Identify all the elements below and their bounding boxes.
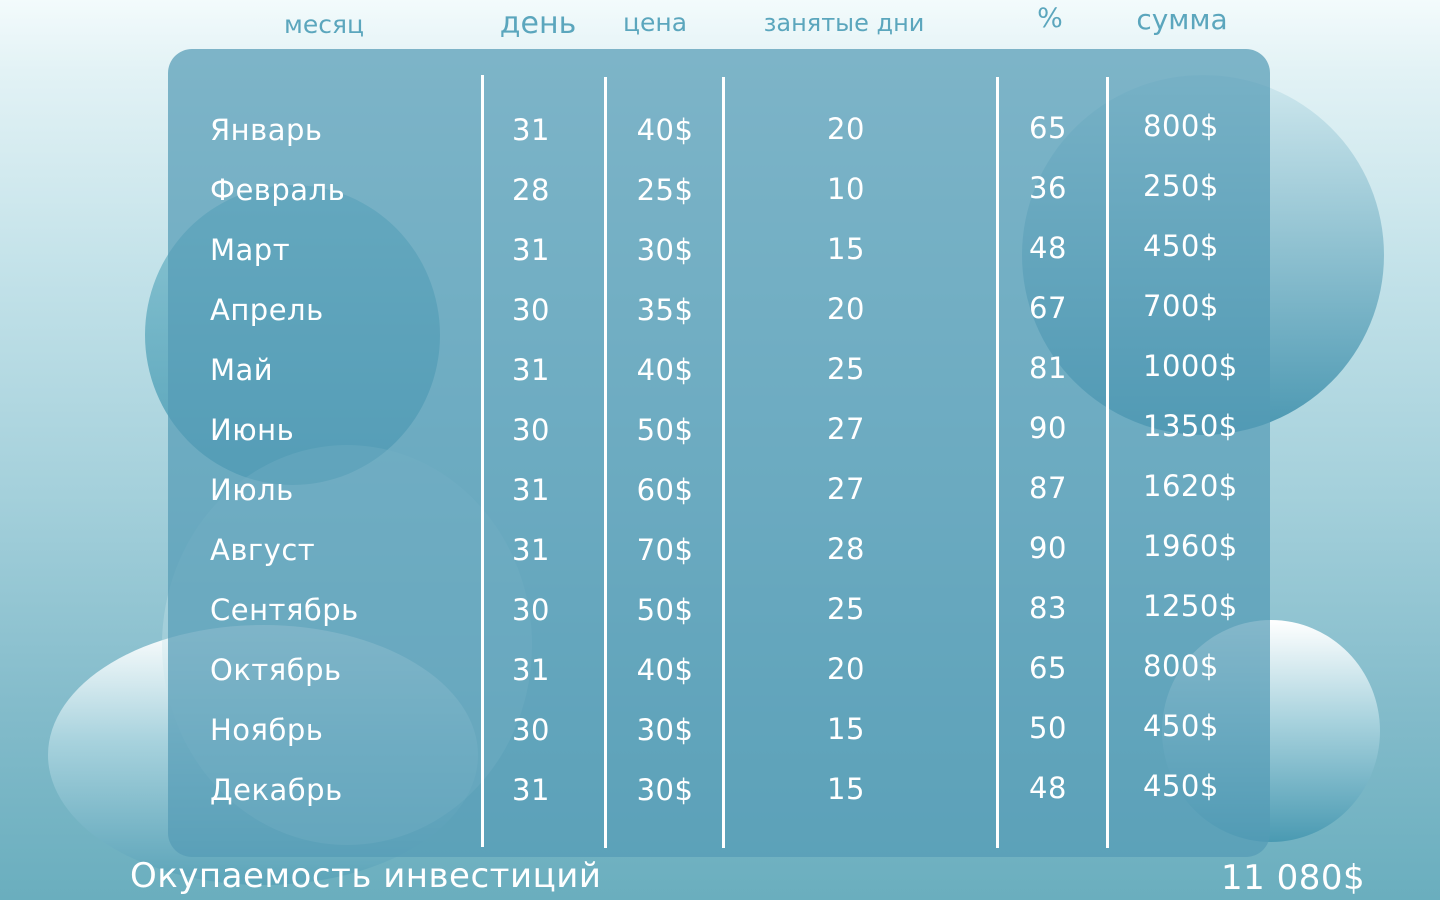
month-cell: Июль [210, 473, 294, 507]
column-divider [481, 75, 484, 847]
busy-days-cell: 20 [827, 652, 865, 686]
days-cell: 31 [512, 473, 550, 507]
percent-cell: 67 [1029, 291, 1067, 325]
header-percent: % [1037, 3, 1063, 34]
month-cell: Ноябрь [210, 713, 324, 747]
busy-days-cell: 15 [827, 712, 865, 746]
column-divider [996, 77, 999, 848]
header-busy-days: занятые дни [763, 9, 925, 37]
percent-cell: 50 [1029, 711, 1067, 745]
percent-cell: 83 [1029, 591, 1067, 625]
sum-cell: 450$ [1143, 709, 1219, 743]
price-cell: 30$ [636, 713, 694, 747]
month-cell: Октябрь [210, 653, 342, 687]
percent-cell: 90 [1029, 411, 1067, 445]
price-cell: 25$ [636, 173, 694, 207]
column-divider [604, 77, 607, 848]
percent-cell: 90 [1029, 531, 1067, 565]
busy-days-cell: 27 [827, 412, 865, 446]
month-cell: Февраль [210, 173, 346, 207]
month-cell: Сентябрь [210, 593, 359, 627]
percent-cell: 36 [1029, 171, 1067, 205]
month-cell: Январь [210, 113, 323, 147]
sum-cell: 450$ [1143, 769, 1219, 803]
days-cell: 30 [512, 593, 550, 627]
percent-cell: 65 [1029, 651, 1067, 685]
busy-days-cell: 20 [827, 292, 865, 326]
price-cell: 50$ [636, 413, 694, 447]
month-cell: Март [210, 233, 291, 267]
sum-cell: 1000$ [1143, 349, 1238, 383]
price-cell: 50$ [636, 593, 694, 627]
busy-days-cell: 15 [827, 772, 865, 806]
sum-cell: 1350$ [1143, 409, 1238, 443]
column-divider [1106, 77, 1109, 848]
percent-cell: 48 [1029, 771, 1067, 805]
sum-cell: 1250$ [1143, 589, 1238, 623]
percent-cell: 81 [1029, 351, 1067, 385]
days-cell: 31 [512, 113, 550, 147]
column-divider [722, 77, 725, 848]
days-cell: 31 [512, 353, 550, 387]
header-sum: сумма [1136, 3, 1228, 36]
busy-days-cell: 10 [827, 172, 865, 206]
price-cell: 40$ [636, 113, 694, 147]
sum-cell: 700$ [1143, 289, 1219, 323]
roi-total: 11 080$ [1221, 858, 1366, 898]
month-cell: Июнь [210, 413, 295, 447]
month-cell: Декабрь [210, 773, 343, 807]
roi-label: Окупаемость инвестиций [130, 856, 602, 896]
sum-cell: 1960$ [1143, 529, 1238, 563]
days-cell: 30 [512, 713, 550, 747]
price-cell: 70$ [636, 533, 694, 567]
percent-cell: 48 [1029, 231, 1067, 265]
table-panel [168, 49, 1270, 857]
price-cell: 35$ [636, 293, 694, 327]
days-cell: 31 [512, 773, 550, 807]
sum-cell: 800$ [1143, 109, 1219, 143]
busy-days-cell: 25 [827, 592, 865, 626]
days-cell: 31 [512, 233, 550, 267]
header-day: день [499, 6, 577, 41]
days-cell: 31 [512, 533, 550, 567]
busy-days-cell: 20 [827, 112, 865, 146]
header-price: цена [622, 8, 688, 37]
days-cell: 31 [512, 653, 550, 687]
sum-cell: 250$ [1143, 169, 1219, 203]
busy-days-cell: 28 [827, 532, 865, 566]
busy-days-cell: 15 [827, 232, 865, 266]
percent-cell: 87 [1029, 471, 1067, 505]
price-cell: 40$ [636, 353, 694, 387]
header-month: месяц [283, 10, 365, 39]
days-cell: 30 [512, 413, 550, 447]
busy-days-cell: 25 [827, 352, 865, 386]
sum-cell: 1620$ [1143, 469, 1238, 503]
month-cell: Август [210, 533, 316, 567]
sum-cell: 450$ [1143, 229, 1219, 263]
days-cell: 28 [512, 173, 550, 207]
month-cell: Май [210, 353, 274, 387]
busy-days-cell: 27 [827, 472, 865, 506]
price-cell: 30$ [636, 773, 694, 807]
percent-cell: 65 [1029, 111, 1067, 145]
price-cell: 30$ [636, 233, 694, 267]
sum-cell: 800$ [1143, 649, 1219, 683]
days-cell: 30 [512, 293, 550, 327]
price-cell: 60$ [636, 473, 694, 507]
price-cell: 40$ [636, 653, 694, 687]
month-cell: Апрель [210, 293, 324, 327]
